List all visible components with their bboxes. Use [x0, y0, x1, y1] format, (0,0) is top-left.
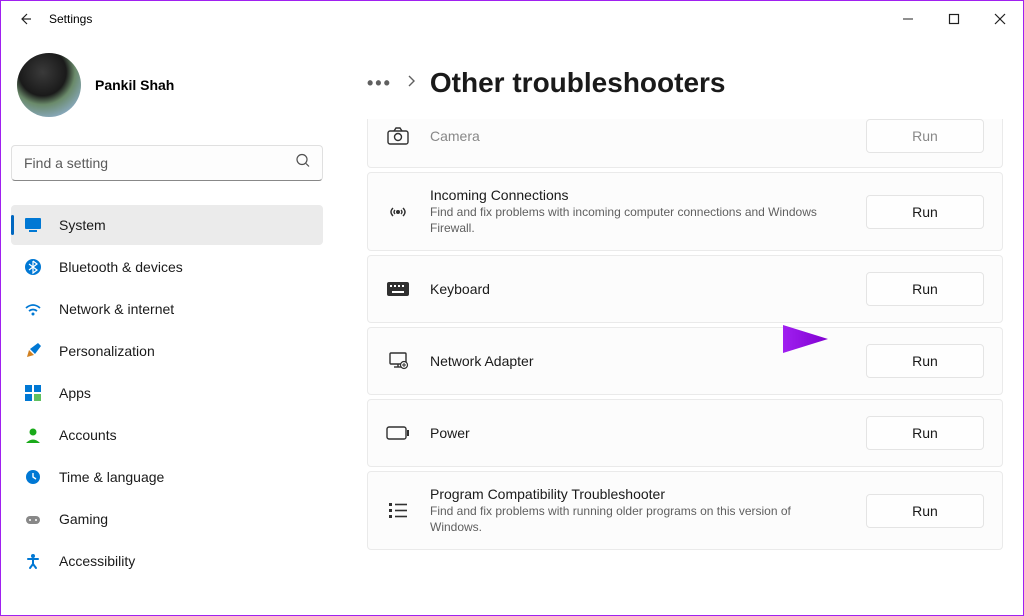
run-button-power[interactable]: Run	[866, 416, 984, 450]
troubleshooter-camera: Camera Run	[367, 119, 1003, 168]
run-button-compat[interactable]: Run	[866, 494, 984, 528]
sidebar: Pankil Shah System Bluetooth & devices N…	[1, 37, 333, 615]
close-icon	[994, 13, 1006, 25]
breadcrumb-more-button[interactable]: •••	[367, 73, 392, 94]
chevron-right-icon	[406, 74, 416, 92]
sidebar-item-label: Network & internet	[59, 301, 174, 317]
run-button-network-adapter[interactable]: Run	[866, 344, 984, 378]
sidebar-item-label: Personalization	[59, 343, 155, 359]
ts-title: Keyboard	[430, 281, 846, 297]
close-button[interactable]	[977, 4, 1023, 34]
maximize-icon	[948, 13, 960, 25]
breadcrumb: ••• Other troubleshooters	[367, 67, 1003, 99]
incoming-icon	[386, 200, 410, 224]
sidebar-item-gaming[interactable]: Gaming	[11, 499, 323, 539]
troubleshooter-power: Power Run	[367, 399, 1003, 467]
ts-title: Network Adapter	[430, 353, 846, 369]
troubleshooter-keyboard: Keyboard Run	[367, 255, 1003, 323]
accounts-icon	[23, 425, 43, 445]
sidebar-item-label: Accessibility	[59, 553, 135, 569]
network-icon	[23, 299, 43, 319]
sidebar-item-accessibility[interactable]: Accessibility	[11, 541, 323, 581]
window-title: Settings	[49, 12, 92, 26]
search-input[interactable]	[11, 145, 323, 181]
time-icon	[23, 467, 43, 487]
power-icon	[386, 421, 410, 445]
keyboard-icon	[386, 277, 410, 301]
search-icon	[295, 153, 311, 174]
titlebar: Settings	[1, 1, 1023, 37]
sidebar-item-bluetooth[interactable]: Bluetooth & devices	[11, 247, 323, 287]
troubleshooter-list: Camera Run Incoming Connections Find and…	[367, 119, 1003, 550]
ts-title: Incoming Connections	[430, 187, 846, 203]
sidebar-item-label: Accounts	[59, 427, 117, 443]
personalization-icon	[23, 341, 43, 361]
minimize-button[interactable]	[885, 4, 931, 34]
run-button-incoming[interactable]: Run	[866, 195, 984, 229]
sidebar-item-label: Time & language	[59, 469, 164, 485]
page-title: Other troubleshooters	[430, 67, 726, 99]
compat-icon	[386, 499, 410, 523]
nav-list: System Bluetooth & devices Network & int…	[11, 205, 323, 581]
network-adapter-icon	[386, 349, 410, 373]
accessibility-icon	[23, 551, 43, 571]
run-button-camera[interactable]: Run	[866, 119, 984, 153]
troubleshooter-network-adapter: Network Adapter Run	[367, 327, 1003, 395]
window-controls	[885, 4, 1023, 34]
back-button[interactable]	[5, 1, 45, 37]
camera-icon	[386, 124, 410, 148]
sidebar-item-label: Apps	[59, 385, 91, 401]
gaming-icon	[23, 509, 43, 529]
ts-title: Power	[430, 425, 846, 441]
system-icon	[23, 215, 43, 235]
sidebar-item-label: System	[59, 217, 106, 233]
ts-title: Program Compatibility Troubleshooter	[430, 486, 846, 502]
troubleshooter-incoming: Incoming Connections Find and fix proble…	[367, 172, 1003, 251]
maximize-button[interactable]	[931, 4, 977, 34]
ts-title: Camera	[430, 128, 846, 144]
sidebar-item-personalization[interactable]: Personalization	[11, 331, 323, 371]
profile-name: Pankil Shah	[95, 77, 174, 93]
sidebar-item-accounts[interactable]: Accounts	[11, 415, 323, 455]
apps-icon	[23, 383, 43, 403]
minimize-icon	[902, 13, 914, 25]
back-arrow-icon	[17, 11, 33, 27]
profile-block[interactable]: Pankil Shah	[11, 47, 323, 127]
sidebar-item-label: Gaming	[59, 511, 108, 527]
sidebar-item-network[interactable]: Network & internet	[11, 289, 323, 329]
run-button-keyboard[interactable]: Run	[866, 272, 984, 306]
ts-desc: Find and fix problems with incoming comp…	[430, 205, 846, 236]
sidebar-item-apps[interactable]: Apps	[11, 373, 323, 413]
bluetooth-icon	[23, 257, 43, 277]
sidebar-item-time[interactable]: Time & language	[11, 457, 323, 497]
avatar	[17, 53, 81, 117]
main-panel: ••• Other troubleshooters Camera Run Inc…	[333, 37, 1023, 615]
troubleshooter-compat: Program Compatibility Troubleshooter Fin…	[367, 471, 1003, 550]
sidebar-item-label: Bluetooth & devices	[59, 259, 183, 275]
ts-desc: Find and fix problems with running older…	[430, 504, 846, 535]
sidebar-item-system[interactable]: System	[11, 205, 323, 245]
